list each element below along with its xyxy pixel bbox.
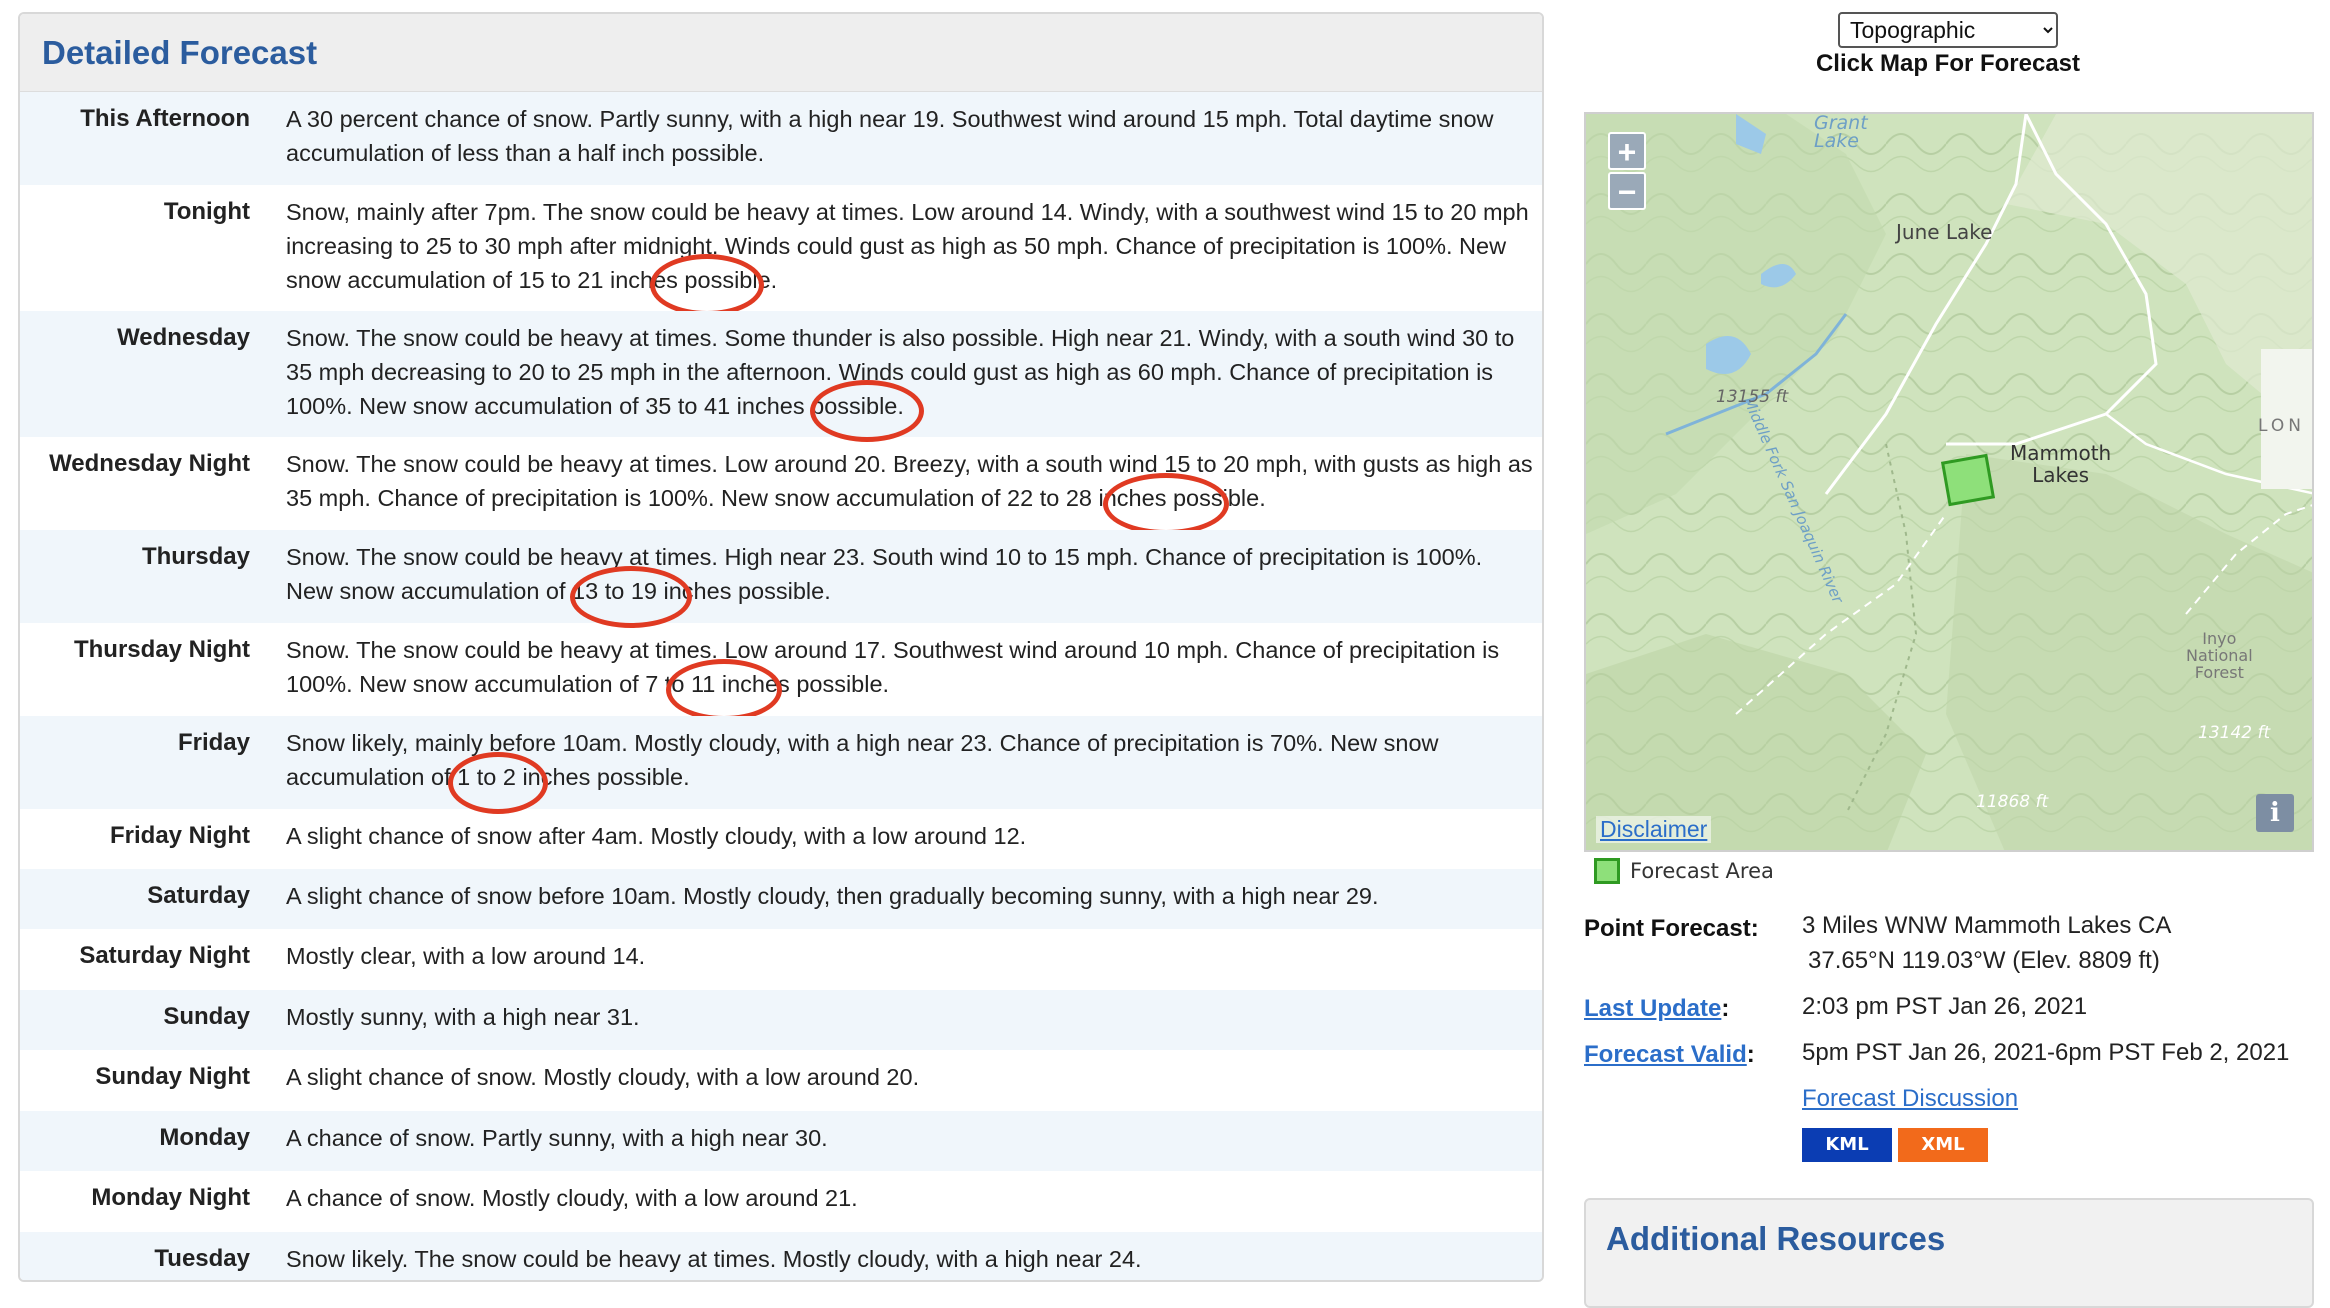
forecast-row: Saturday Night Mostly clear, with a low …: [20, 929, 1542, 990]
forecast-discussion-link[interactable]: Forecast Discussion: [1802, 1085, 2018, 1113]
last-update-value: 2:03 pm PST Jan 26, 2021: [1802, 993, 2088, 1020]
forecast-period-name: Friday Night: [109, 822, 250, 849]
forecast-valid-colon: :: [1746, 1041, 1755, 1068]
forecast-period-text: Snow. The snow could be heavy at times. …: [286, 451, 1533, 511]
map-type-select[interactable]: Topographic: [1838, 12, 2058, 48]
forecast-period-text: A slight chance of snow. Mostly cloudy, …: [286, 1064, 920, 1090]
zoom-in-button[interactable]: +: [1608, 132, 1646, 170]
forecast-map[interactable]: Grant Lake June Lake Middle Fork San Joa…: [1584, 112, 2314, 852]
zoom-out-button[interactable]: −: [1608, 172, 1646, 210]
kml-button[interactable]: KML: [1802, 1128, 1892, 1162]
detailed-forecast-panel: Detailed Forecast This Afternoon A 30 pe…: [18, 12, 1544, 1282]
forecast-period-name: Sunday Night: [95, 1063, 250, 1090]
forecast-period-name: Wednesday Night: [49, 450, 250, 477]
forecast-period-name: Thursday Night: [73, 636, 250, 663]
forecast-row: Wednesday Snow. The snow could be heavy …: [20, 311, 1542, 442]
forecast-period-text: Mostly clear, with a low around 14.: [286, 943, 646, 969]
forecast-period-text: A slight chance of snow after 4am. Mostl…: [286, 823, 1027, 849]
forecast-period-text: Snow. The snow could be heavy at times. …: [286, 544, 1483, 604]
forecast-row: Friday Night A slight chance of snow aft…: [20, 809, 1542, 869]
forecast-period-name: Sunday: [163, 1003, 250, 1030]
map-label-elevation: 11868 ft: [1976, 792, 2049, 812]
xml-button[interactable]: XML: [1898, 1128, 1988, 1162]
forecast-row: Thursday Night Snow. The snow could be h…: [20, 623, 1542, 721]
forecast-period-name: Thursday: [141, 543, 250, 570]
last-update-row: Last Update:: [1584, 995, 1729, 1023]
map-label-elevation: 13142 ft: [2198, 723, 2271, 743]
forecast-row: Friday Snow likely, mainly before 10am. …: [20, 716, 1542, 814]
map-label-lon: LON: [2258, 416, 2305, 436]
forecast-period-text: A chance of snow. Mostly cloudy, with a …: [286, 1185, 858, 1211]
forecast-period-text: A slight chance of snow before 10am. Mos…: [286, 883, 1379, 909]
forecast-row: Monday Night A chance of snow. Mostly cl…: [20, 1171, 1542, 1232]
forecast-period-name: Saturday: [147, 882, 250, 909]
forecast-area-marker[interactable]: [1940, 453, 1996, 507]
forecast-valid-link[interactable]: Forecast Valid: [1584, 1041, 1747, 1068]
forecast-area-swatch: [1594, 858, 1620, 884]
forecast-row: Saturday A slight chance of snow before …: [20, 869, 1542, 929]
forecast-period-text: Snow, mainly after 7pm. The snow could b…: [286, 199, 1529, 293]
point-forecast-label: Point Forecast:: [1584, 915, 1759, 942]
last-update-colon: :: [1721, 995, 1730, 1022]
additional-resources-panel: Additional Resources: [1584, 1198, 2314, 1308]
forecast-row: Tuesday Snow likely. The snow could be h…: [20, 1232, 1542, 1280]
forecast-period-text: Mostly sunny, with a high near 31.: [286, 1004, 640, 1030]
forecast-period-text: A chance of snow. Partly sunny, with a h…: [286, 1125, 828, 1151]
forecast-row: Wednesday Night Snow. The snow could be …: [20, 437, 1542, 535]
legend-label: Forecast Area: [1630, 859, 1774, 883]
forecast-period-text: Snow likely. The snow could be heavy at …: [286, 1246, 1142, 1272]
point-forecast-location: 3 Miles WNW Mammoth Lakes CA: [1802, 912, 2172, 939]
map-caption: Click Map For Forecast: [1815, 50, 2081, 77]
detailed-forecast-header: Detailed Forecast: [20, 14, 1542, 92]
forecast-period-name: Tonight: [163, 198, 250, 225]
forecast-period-name: Monday Night: [91, 1184, 250, 1211]
forecast-period-name: Tuesday: [154, 1245, 250, 1272]
forecast-row: Monday A chance of snow. Partly sunny, w…: [20, 1111, 1542, 1171]
map-label-mammoth-lakes: Mammoth Lakes: [2010, 441, 2112, 487]
map-label-elevation: 13155 ft: [1716, 387, 1789, 407]
map-disclaimer-link[interactable]: Disclaimer: [1596, 816, 1712, 843]
forecast-period-name: Friday: [177, 729, 250, 756]
forecast-row: Tonight Snow, mainly after 7pm. The snow…: [20, 185, 1542, 316]
forecast-row: This Afternoon A 30 percent chance of sn…: [20, 92, 1542, 185]
point-forecast-coordinates: 37.65°N 119.03°W (Elev. 8809 ft): [1808, 947, 2160, 974]
forecast-period-name: This Afternoon: [80, 105, 250, 132]
forecast-period-text: A 30 percent chance of snow. Partly sunn…: [286, 106, 1494, 166]
forecast-period-name: Monday: [159, 1124, 250, 1151]
forecast-period-text: Snow. The snow could be heavy at times. …: [286, 325, 1515, 419]
map-label-grant-lake: Grant Lake: [1814, 112, 1868, 152]
forecast-row: Sunday Night A slight chance of snow. Mo…: [20, 1050, 1542, 1111]
additional-resources-title: Additional Resources: [1606, 1220, 1946, 1257]
map-info-icon[interactable]: i: [2256, 794, 2294, 832]
forecast-period-text: Snow likely, mainly before 10am. Mostly …: [286, 730, 1439, 790]
last-update-link[interactable]: Last Update: [1584, 995, 1721, 1022]
forecast-row: Thursday Snow. The snow could be heavy a…: [20, 530, 1542, 628]
forecast-row: Sunday Mostly sunny, with a high near 31…: [20, 990, 1542, 1050]
map-label-inyo-national-forest: Inyo National Forest: [2186, 629, 2253, 682]
forecast-period-text: Snow. The snow could be heavy at times. …: [286, 637, 1500, 697]
map-legend: Forecast Area: [1594, 858, 1774, 884]
forecast-period-name: Saturday Night: [79, 942, 250, 969]
forecast-valid-row: Forecast Valid:: [1584, 1041, 1755, 1069]
map-label-june-lake: June Lake: [1896, 220, 1993, 244]
detailed-forecast-title: Detailed Forecast: [42, 33, 318, 71]
forecast-period-name: Wednesday: [117, 324, 250, 351]
forecast-valid-value: 5pm PST Jan 26, 2021-6pm PST Feb 2, 2021: [1802, 1039, 2290, 1066]
